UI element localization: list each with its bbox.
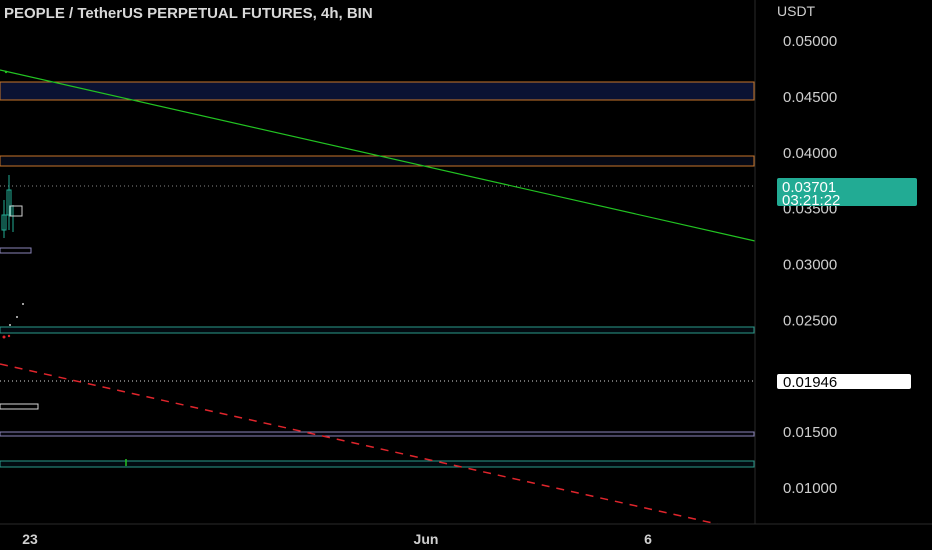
- y-tick-label: 0.04000: [783, 145, 837, 162]
- resistance-zone-lower[interactable]: [0, 155, 755, 167]
- scatter-dot: [16, 316, 18, 318]
- time-axis-panel: [0, 524, 932, 550]
- x-tick-label: 23: [22, 531, 38, 547]
- y-tick-label: 0.05000: [783, 33, 837, 50]
- y-tick-label: 0.04500: [783, 89, 837, 106]
- resistance-zone-upper[interactable]: [0, 81, 755, 101]
- green-dot: [4, 70, 8, 74]
- y-tick-label: 0.03000: [783, 257, 837, 274]
- marker-price-value: 0.01946: [783, 374, 837, 391]
- y-tick-label: 0.01500: [783, 424, 837, 441]
- scatter-dot: [2, 335, 6, 339]
- y-tick-labels: 0.050000.045000.040000.035000.030000.025…: [783, 33, 837, 497]
- support-zone-upper[interactable]: [0, 326, 755, 334]
- price-axis-panel: [755, 0, 932, 524]
- scatter-dot: [22, 303, 24, 305]
- y-tick-label: 0.01000: [783, 480, 837, 497]
- marker-price-badge[interactable]: 0.01946: [777, 374, 911, 391]
- price-chart[interactable]: PEOPLE / TetherUS PERPETUAL FUTURES, 4h,…: [0, 0, 932, 550]
- price-axis-unit: USDT: [777, 3, 816, 19]
- countdown-value: 03:21:22: [782, 192, 840, 209]
- chart-title: PEOPLE / TetherUS PERPETUAL FUTURES, 4h,…: [4, 5, 373, 22]
- support-zone-lower[interactable]: [0, 460, 755, 468]
- x-tick-label: 6: [644, 531, 652, 547]
- support-zone-middle[interactable]: [0, 431, 755, 437]
- x-tick-label: Jun: [414, 531, 439, 547]
- scatter-dot: [9, 324, 11, 326]
- last-price-badge[interactable]: 0.03701 03:21:22: [777, 178, 917, 209]
- scatter-dot: [7, 334, 11, 338]
- y-tick-label: 0.02500: [783, 312, 837, 329]
